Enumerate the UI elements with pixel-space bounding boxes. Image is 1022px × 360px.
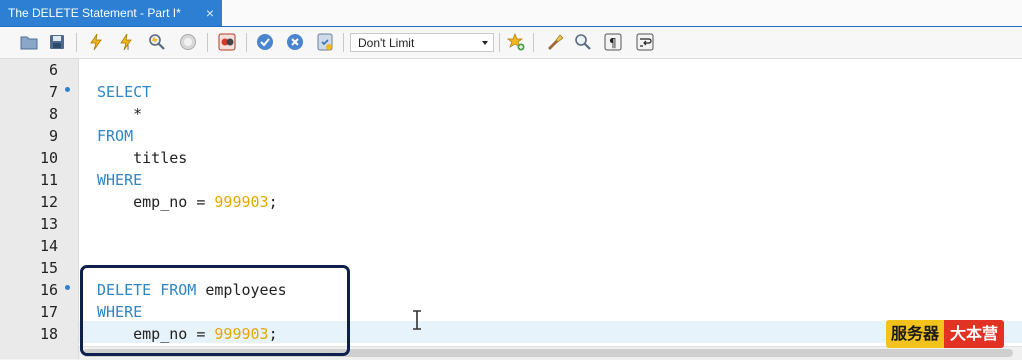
sql-text: employees [196, 281, 287, 299]
sql-text: titles [97, 149, 188, 167]
line-number: 11 [39, 171, 58, 189]
autocommit-icon[interactable] [315, 32, 335, 52]
code-line: SELECT [97, 81, 151, 103]
sql-text: * [97, 105, 143, 123]
line-number: 17 [39, 303, 58, 321]
code-line: emp_no = 999903; [97, 323, 278, 345]
save-icon[interactable] [47, 32, 67, 52]
line-number: 16 [39, 281, 58, 299]
tab-delete-statement[interactable]: The DELETE Statement - Part I* × [0, 0, 222, 26]
toolbar-separator [343, 33, 344, 52]
tab-title: The DELETE Statement - Part I* [8, 6, 181, 20]
sql-number: 999903 [214, 193, 269, 211]
toolbar-separator [533, 33, 534, 52]
line-number: 8 [48, 105, 58, 123]
scrollbar-thumb[interactable] [83, 349, 1013, 357]
code-line: * [97, 103, 142, 125]
word-wrap-icon[interactable] [635, 32, 655, 52]
code-line: WHERE [97, 301, 142, 323]
code-line: titles [97, 147, 187, 169]
line-number: 7 [48, 83, 58, 101]
sql-keyword: WHERE [97, 171, 143, 189]
sql-number: 999903 [214, 325, 269, 343]
execute-current-icon[interactable]: I [116, 32, 136, 52]
svg-text:¶: ¶ [609, 36, 617, 50]
find-icon[interactable] [573, 32, 593, 52]
toggle-error-icon[interactable] [217, 32, 237, 52]
execute-icon[interactable] [86, 32, 106, 52]
sql-keyword: WHERE [97, 303, 143, 321]
toolbar-separator [499, 33, 500, 52]
tab-close-icon[interactable]: × [206, 6, 214, 20]
row-limit-value: Don't Limit [358, 35, 415, 50]
svg-text:I: I [127, 44, 129, 51]
watermark-part-2: 大本营 [944, 320, 1005, 348]
row-limit-select[interactable]: Don't Limit [350, 33, 494, 52]
watermark-badge: 服务器 大本营 [886, 320, 1005, 348]
stop-icon[interactable] [178, 32, 198, 52]
chevron-down-icon [482, 40, 488, 45]
add-snippet-icon[interactable] [506, 32, 526, 52]
line-number: 14 [39, 237, 58, 255]
line-number: 12 [39, 193, 58, 211]
line-number: 6 [48, 61, 58, 79]
editor-tab-strip: The DELETE Statement - Part I* × [0, 0, 1022, 27]
sql-keyword: DELETE FROM [97, 281, 197, 299]
statement-marker-icon[interactable] [65, 285, 70, 290]
open-folder-icon[interactable] [19, 32, 39, 52]
code-line: WHERE [97, 169, 142, 191]
watermark-part-1: 服务器 [886, 320, 945, 348]
line-number: 18 [39, 325, 58, 343]
line-number-gutter: 6 7 8 9 10 11 12 13 14 15 16 17 18 [0, 59, 79, 359]
sql-terminator: ; [268, 193, 278, 211]
invisibles-icon[interactable]: ¶ [603, 32, 623, 52]
sql-editor[interactable]: 6 7 8 9 10 11 12 13 14 15 16 17 18 SELEC… [0, 59, 1022, 360]
toolbar-separator [76, 33, 77, 52]
sql-terminator: ; [268, 325, 278, 343]
code-line: emp_no = 999903; [97, 191, 278, 213]
line-number: 9 [48, 127, 58, 145]
line-number: 10 [39, 149, 58, 167]
statement-marker-icon[interactable] [65, 87, 70, 92]
sql-editor-toolbar: I Don't Limit ¶ [0, 27, 1022, 59]
sql-keyword: SELECT [97, 83, 152, 101]
beautify-icon[interactable] [545, 32, 565, 52]
sql-text: emp_no = [97, 193, 215, 211]
explain-icon[interactable] [147, 32, 167, 52]
sql-text: emp_no = [97, 325, 215, 343]
sql-keyword: FROM [97, 127, 134, 145]
text-cursor-icon [411, 310, 423, 330]
toolbar-separator [207, 33, 208, 52]
commit-icon[interactable] [255, 32, 275, 52]
code-line: FROM [97, 125, 133, 147]
toolbar-separator [246, 33, 247, 52]
line-number: 13 [39, 215, 58, 233]
code-line: DELETE FROM employees [97, 279, 287, 301]
rollback-icon[interactable] [285, 32, 305, 52]
horizontal-scrollbar[interactable] [79, 346, 1022, 360]
line-number: 15 [39, 259, 58, 277]
